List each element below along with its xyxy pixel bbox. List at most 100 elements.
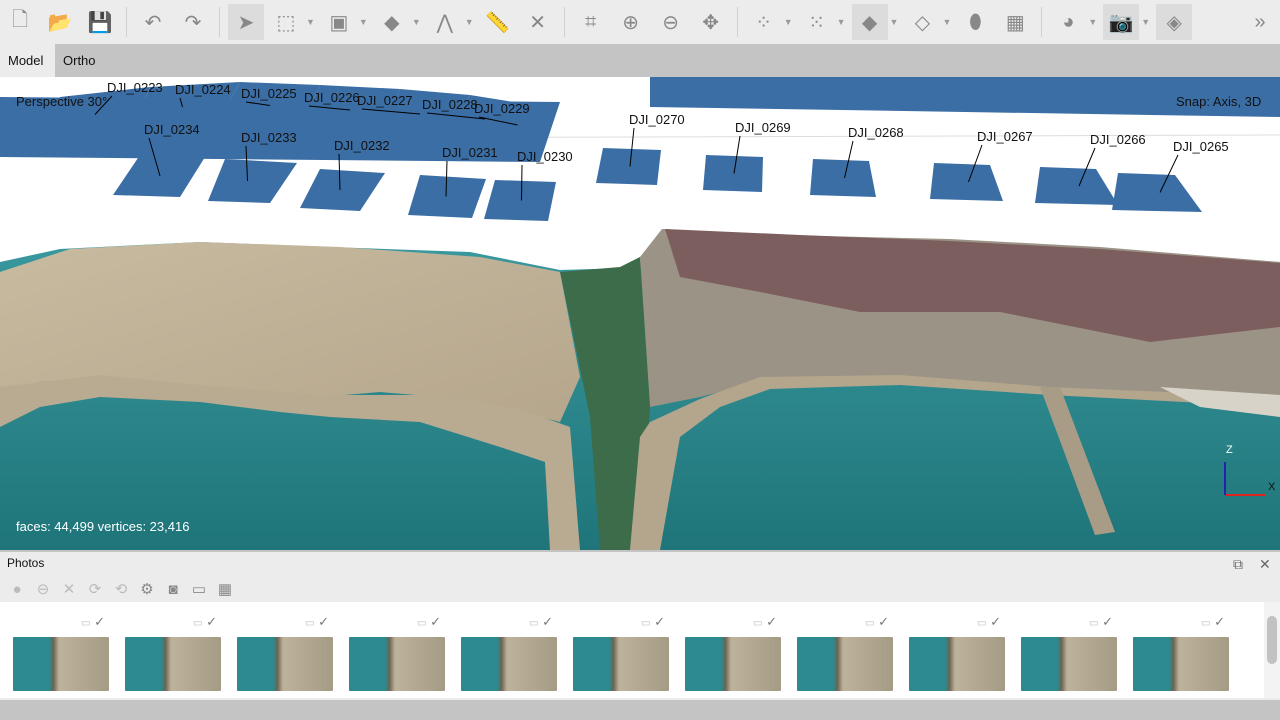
- photo-thumbnail[interactable]: [909, 637, 1005, 691]
- dropdown-arrow-icon[interactable]: ▼: [1088, 17, 1097, 27]
- crop-button[interactable]: ⌗: [573, 4, 609, 40]
- delete-selection-button[interactable]: ✕: [520, 4, 556, 40]
- camera-plane[interactable]: [596, 148, 661, 185]
- overlay-button[interactable]: ▭: [188, 578, 210, 600]
- camera-plane[interactable]: [300, 169, 385, 211]
- dropdown-arrow-icon[interactable]: ▼: [942, 17, 951, 27]
- measure-angle-button[interactable]: ⋀: [427, 4, 463, 40]
- dense-cloud-button[interactable]: ⁙: [799, 4, 835, 40]
- toolbar-separator: [219, 7, 220, 37]
- model-wireframe-button[interactable]: ◇: [904, 4, 940, 40]
- photo-enabled-check-icon: ▭ ✓: [1089, 614, 1113, 629]
- photo-enabled-check-icon: ▭ ✓: [977, 614, 1001, 629]
- camera-plane[interactable]: [208, 159, 297, 203]
- rotate-object-icon: ◆: [384, 11, 400, 34]
- dropdown-arrow-icon[interactable]: ▼: [890, 17, 899, 27]
- tab-model[interactable]: Model: [0, 44, 55, 77]
- photo-enabled-check-icon: ▭ ✓: [529, 614, 553, 629]
- camera-label: DJI_0234: [144, 122, 200, 137]
- camera-plane[interactable]: [408, 175, 486, 218]
- rotate-right-button[interactable]: ⟳: [84, 578, 106, 600]
- photo-thumbnail[interactable]: [685, 637, 781, 691]
- camera-label: DJI_0268: [848, 125, 904, 140]
- photo-thumbnail[interactable]: [125, 637, 221, 691]
- redo-button[interactable]: ↷: [175, 4, 211, 40]
- camera-button[interactable]: 📷: [1103, 4, 1140, 40]
- camera-label: DJI_0224: [175, 82, 231, 97]
- point-cloud-button[interactable]: ⁘: [746, 4, 782, 40]
- move-object-button[interactable]: ▣: [321, 4, 357, 40]
- photos-panel: Photos ⧉ ✕ ● ⊖ ✕ ⟳ ⟲ ⚙ ◙ ▭ ▦ ▭ ✓ ▭ ✓ ▭ ✓ ▭ ✓ ▭ ✓ ▭ ✓ ▭…: [0, 552, 1280, 700]
- tab-ortho[interactable]: Ortho: [55, 44, 104, 77]
- photo-thumbnail[interactable]: [237, 637, 333, 691]
- photo-thumbnail[interactable]: [1021, 637, 1117, 691]
- navigation-cursor-button[interactable]: ➤: [228, 4, 264, 40]
- axis-x-label: X: [1268, 481, 1276, 493]
- dropdown-arrow-icon[interactable]: ▼: [465, 17, 474, 27]
- save-icon: 💾: [87, 11, 113, 34]
- dropdown-arrow-icon[interactable]: ▼: [784, 17, 793, 27]
- zoom-out-button[interactable]: ⊖: [653, 4, 689, 40]
- open-folder-button[interactable]: 📂: [42, 4, 78, 40]
- orthomosaic-button[interactable]: ▦: [997, 4, 1033, 40]
- navigation-cursor-icon: ➤: [237, 11, 255, 34]
- camera-label: DJI_0223: [107, 80, 163, 95]
- camera-plane[interactable]: [810, 159, 876, 197]
- photo-thumbnail[interactable]: [13, 637, 109, 691]
- model-solid-button[interactable]: ◆: [851, 4, 888, 40]
- globe-button[interactable]: ◕: [1050, 4, 1086, 40]
- photos-scrollbar[interactable]: [1264, 602, 1280, 698]
- shapes-button[interactable]: ◈: [1156, 4, 1193, 40]
- dropdown-arrow-icon[interactable]: ▼: [412, 17, 421, 27]
- ruler-button[interactable]: 📏: [480, 4, 516, 40]
- model-stats: faces: 44,499 vertices: 23,416: [16, 519, 190, 534]
- close-panel-button[interactable]: ✕: [1259, 556, 1271, 573]
- camera-plane[interactable]: [930, 163, 1003, 201]
- remove-camera-button[interactable]: ✕: [58, 578, 80, 600]
- photo-thumbnail[interactable]: [461, 637, 557, 691]
- photo-enabled-check-icon: ▭ ✓: [81, 614, 105, 629]
- zoom-out-icon: ⊖: [662, 11, 680, 34]
- photo-enabled-check-icon: ▭ ✓: [417, 614, 441, 629]
- dropdown-arrow-icon[interactable]: ▼: [1141, 17, 1150, 27]
- save-button[interactable]: 💾: [82, 4, 118, 40]
- photo-enabled-check-icon: ▭ ✓: [193, 614, 217, 629]
- toolbar-overflow-button[interactable]: »: [1242, 4, 1278, 40]
- dropdown-arrow-icon[interactable]: ▼: [837, 17, 846, 27]
- camera-label: DJI_0226: [304, 90, 360, 105]
- photo-thumbnail[interactable]: [797, 637, 893, 691]
- calibration-button[interactable]: ⚙: [136, 578, 158, 600]
- model-viewport[interactable]: Perspective 30° Snap: Axis, 3D faces: 44…: [0, 77, 1280, 550]
- camera-plane[interactable]: [703, 155, 763, 192]
- grid-view-button[interactable]: ▦: [214, 578, 236, 600]
- mask-button[interactable]: ◙: [162, 578, 184, 600]
- reset-view-button[interactable]: ✥: [693, 4, 729, 40]
- dropdown-arrow-icon[interactable]: ▼: [306, 17, 315, 27]
- undo-button[interactable]: ↶: [135, 4, 171, 40]
- model-scene: [0, 77, 1280, 550]
- photo-thumbnail[interactable]: [1133, 637, 1229, 691]
- disable-camera-button[interactable]: ⊖: [32, 578, 54, 600]
- photo-thumbnail[interactable]: [349, 637, 445, 691]
- dropdown-arrow-icon[interactable]: ▼: [359, 17, 368, 27]
- camera-plane[interactable]: [484, 180, 556, 221]
- new-document-icon: 🗋: [11, 9, 29, 31]
- camera-plane[interactable]: [1035, 167, 1118, 205]
- dem-button[interactable]: ⬮: [957, 4, 993, 40]
- enable-camera-button[interactable]: ●: [6, 578, 28, 600]
- rectangle-selection-button[interactable]: ⬚: [268, 4, 304, 40]
- rotate-object-button[interactable]: ◆: [374, 4, 410, 40]
- rotate-left-button[interactable]: ⟲: [110, 578, 132, 600]
- photos-toolbar: ● ⊖ ✕ ⟳ ⟲ ⚙ ◙ ▭ ▦: [6, 578, 236, 600]
- view-tabs: Model Ortho: [0, 44, 1280, 77]
- photo-thumbnail[interactable]: [573, 637, 669, 691]
- axis-z-label: Z: [1226, 444, 1233, 456]
- new-document-button[interactable]: 🗋: [2, 4, 38, 40]
- restore-panel-button[interactable]: ⧉: [1233, 556, 1243, 573]
- enable-camera-icon: ●: [12, 580, 22, 598]
- camera-plane[interactable]: [1112, 173, 1202, 212]
- zoom-in-button[interactable]: ⊕: [613, 4, 649, 40]
- scrollbar-handle[interactable]: [1267, 616, 1277, 664]
- camera-label: DJI_0232: [334, 138, 390, 153]
- camera-plane[interactable]: [113, 155, 205, 197]
